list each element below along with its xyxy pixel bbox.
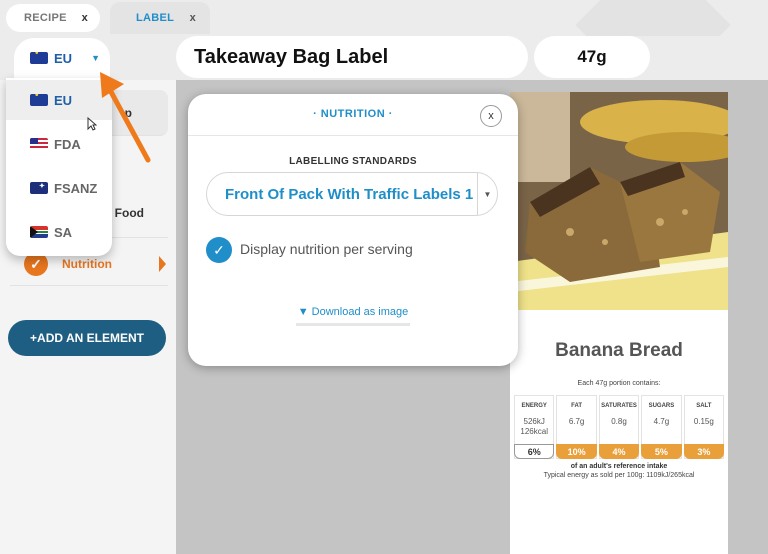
- nutrient-name: ENERGY: [521, 403, 547, 409]
- nutrient-column-energy: ENERGY 526kJ 126kcal 6%: [514, 395, 555, 459]
- nutrient-value-kj: 526kJ: [523, 417, 545, 426]
- add-element-button[interactable]: +ADD AN ELEMENT: [8, 320, 166, 356]
- region-option-label: EU: [54, 92, 73, 108]
- chevron-down-icon[interactable]: ▼: [477, 173, 497, 215]
- region-option-label: FDA: [54, 136, 81, 152]
- nutrient-percent: 3%: [683, 444, 725, 459]
- label-title-field[interactable]: Takeaway Bag Label: [176, 36, 528, 78]
- sidebar-item-label: Nutrition: [62, 257, 112, 271]
- nutrient-value: 526kJ 126kcal: [515, 417, 553, 437]
- eu-flag-icon: [30, 94, 48, 106]
- close-icon[interactable]: x: [190, 12, 196, 24]
- portion-weight-field[interactable]: 47g: [534, 36, 650, 78]
- nutrient-name: FAT: [571, 403, 583, 409]
- region-option-label: FSANZ: [54, 180, 98, 196]
- modal-header: · NUTRITION · x: [188, 94, 518, 136]
- modal-title: · NUTRITION ·: [313, 108, 393, 120]
- portion-text: Each 47g portion contains:: [577, 380, 661, 387]
- za-flag-icon: [30, 226, 48, 238]
- us-flag-icon: [30, 138, 48, 150]
- label-preview: Banana Bread Each 47g portion contains: …: [510, 92, 728, 554]
- nutrient-name: SUGARS: [648, 403, 675, 409]
- labelling-standard-value: Front Of Pack With Traffic Labels 1: [225, 185, 474, 203]
- per-serving-label: Display nutrition per serving: [240, 241, 413, 257]
- download-image-link[interactable]: ▼ Download as image: [296, 306, 410, 326]
- nutrient-column-salt: SALT 0.15g 3%: [683, 395, 725, 459]
- typical-energy-note: Typical energy as sold per 100g: 1109kJ/…: [543, 472, 695, 479]
- nutrient-percent: 5%: [641, 444, 682, 459]
- nutrient-value: 6.7g: [568, 417, 585, 426]
- tab-bar: RECIPE x LABEL x: [0, 0, 768, 36]
- nutrition-modal: · NUTRITION · x LABELLING STANDARDS Fron…: [188, 94, 518, 366]
- close-button[interactable]: x: [480, 105, 502, 127]
- region-selected-label: EU: [54, 50, 73, 66]
- nutrient-name: SALT: [696, 403, 712, 409]
- annotation-arrow-icon: [100, 72, 151, 163]
- nutrient-percent: 4%: [598, 444, 640, 459]
- nutrient-value: 0.8g: [611, 417, 627, 426]
- region-option-sa[interactable]: SA: [6, 212, 112, 252]
- tab-label-label: LABEL: [136, 12, 175, 24]
- tab-recipe-label: RECIPE: [24, 12, 67, 24]
- nutrient-percent: 10%: [556, 444, 597, 459]
- nutrition-table: ENERGY 526kJ 126kcal 6% FAT 6.7g 10% SAT…: [514, 395, 725, 459]
- nutrient-column-sugars: SUGARS 4.7g 5%: [641, 395, 682, 459]
- region-option-fsanz[interactable]: FSANZ: [6, 168, 112, 208]
- per-serving-checkbox[interactable]: ✓: [206, 237, 232, 263]
- close-icon[interactable]: x: [82, 12, 88, 24]
- product-name: Banana Bread: [555, 340, 683, 361]
- labelling-standard-select[interactable]: Front Of Pack With Traffic Labels 1 ▼: [206, 172, 498, 216]
- product-photo: [510, 92, 728, 310]
- nutrient-column-fat: FAT 6.7g 10%: [556, 395, 597, 459]
- nutrient-name: SATURATES: [601, 403, 637, 409]
- tab-recipe[interactable]: RECIPE x: [6, 4, 100, 32]
- labelling-standards-label: LABELLING STANDARDS: [289, 156, 417, 167]
- region-option-label: SA: [54, 224, 73, 240]
- chevron-right-icon: [159, 256, 166, 272]
- tab-label[interactable]: LABEL x: [110, 2, 210, 34]
- nutrient-value: 4.7g: [653, 417, 670, 426]
- nutrient-percent: 6%: [514, 444, 555, 459]
- nutrient-column-saturates: SATURATES 0.8g 4%: [598, 395, 640, 459]
- reference-intake-note: of an adult's reference intake: [570, 463, 668, 470]
- background-watermark: [560, 0, 768, 36]
- nutrient-value-kcal: 126kcal: [520, 427, 548, 436]
- au-flag-icon: [30, 182, 48, 194]
- chevron-down-icon: ▼: [91, 53, 100, 63]
- sidebar-item-label: Food: [114, 206, 144, 220]
- eu-flag-icon: [30, 52, 48, 64]
- nutrient-value: 0.15g: [693, 417, 714, 426]
